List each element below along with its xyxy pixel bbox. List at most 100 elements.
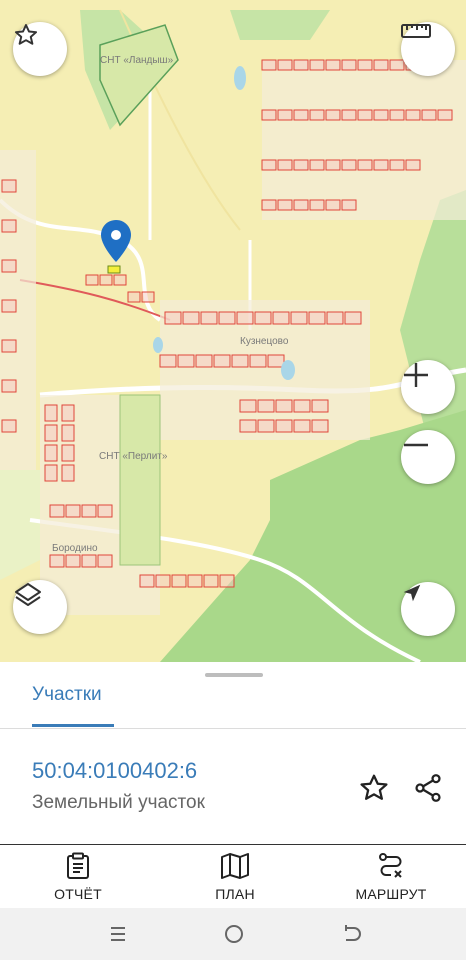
parcel xyxy=(1,419,17,433)
parcel xyxy=(254,311,272,325)
parcel xyxy=(61,404,75,422)
parcel xyxy=(249,354,267,368)
parcel xyxy=(200,311,218,325)
divider xyxy=(0,728,466,729)
map-canvas[interactable] xyxy=(0,0,466,662)
parcel xyxy=(293,199,309,211)
parcel xyxy=(218,311,236,325)
ruler-icon xyxy=(401,24,431,38)
zoom-out-button[interactable] xyxy=(401,430,455,484)
locate-button[interactable] xyxy=(401,582,455,636)
parcel xyxy=(290,311,308,325)
pond xyxy=(281,360,295,380)
drag-handle[interactable] xyxy=(205,673,263,677)
parcel xyxy=(61,464,75,482)
layers-button[interactable] xyxy=(13,580,67,634)
parcel xyxy=(1,379,17,393)
parcel xyxy=(164,311,182,325)
parcel xyxy=(293,109,309,121)
parcel xyxy=(293,59,309,71)
pond xyxy=(153,337,163,353)
parcel xyxy=(405,109,421,121)
parcel xyxy=(236,311,254,325)
measure-button[interactable] xyxy=(401,22,455,76)
nav-route[interactable]: МАРШРУТ xyxy=(331,852,451,902)
parcel xyxy=(357,159,373,171)
minus-icon xyxy=(404,443,428,447)
map-icon xyxy=(221,853,249,879)
parcel xyxy=(65,504,81,518)
parcel xyxy=(344,311,362,325)
parcel-type: Земельный участок xyxy=(32,792,205,813)
share-button[interactable] xyxy=(408,768,448,808)
parcel xyxy=(195,354,213,368)
parcel xyxy=(49,504,65,518)
parcel xyxy=(309,109,325,121)
pond xyxy=(234,66,246,90)
parcel xyxy=(277,59,293,71)
selected-parcel xyxy=(107,265,121,274)
parcel xyxy=(277,199,293,211)
nav-report-label: ОТЧЁТ xyxy=(54,886,102,902)
parcel xyxy=(373,59,389,71)
parcel xyxy=(261,59,277,71)
parcel xyxy=(81,554,97,568)
location-marker-icon xyxy=(101,220,131,262)
parcel xyxy=(239,399,257,413)
parcel xyxy=(182,311,200,325)
recents-button[interactable] xyxy=(103,920,133,948)
layers-icon xyxy=(15,583,41,606)
zoom-in-button[interactable] xyxy=(401,360,455,414)
parcel xyxy=(1,299,17,313)
home-icon xyxy=(225,925,243,943)
home-button[interactable] xyxy=(219,920,249,948)
parcel xyxy=(373,109,389,121)
parcel xyxy=(341,199,357,211)
nav-plan-label: ПЛАН xyxy=(215,886,255,902)
parcel xyxy=(44,444,58,462)
tab-parcels[interactable]: Участки xyxy=(32,684,102,706)
recents-icon xyxy=(111,927,125,941)
parcel xyxy=(421,109,437,121)
parcel xyxy=(61,444,75,462)
map-label-snt-top: СНТ «Ландыш» xyxy=(100,55,174,66)
back-button[interactable] xyxy=(337,920,367,948)
route-icon xyxy=(379,853,402,878)
parcel xyxy=(1,179,17,193)
parcel xyxy=(1,339,17,353)
parcel xyxy=(357,59,373,71)
map-label-kuznetsovo: Кузнецово xyxy=(240,336,289,347)
nav-plan[interactable]: ПЛАН xyxy=(175,852,295,902)
parcel xyxy=(325,59,341,71)
parcel xyxy=(213,354,231,368)
parcel-favorite-button[interactable] xyxy=(354,768,394,808)
map-label-village: Бородино xyxy=(52,543,98,554)
tab-indicator xyxy=(32,724,114,727)
parcel xyxy=(257,399,275,413)
parcel xyxy=(1,219,17,233)
parcel xyxy=(277,159,293,171)
nav-report[interactable]: ОТЧЁТ xyxy=(18,852,138,902)
map-view[interactable]: СНТ «Ландыш» Кузнецово СНТ «Перлит» Боро… xyxy=(0,0,466,662)
parcel xyxy=(275,419,293,433)
parcel xyxy=(267,354,285,368)
parcel xyxy=(325,109,341,121)
system-nav-bar xyxy=(0,908,466,960)
parcel xyxy=(341,109,357,121)
parcel xyxy=(261,159,277,171)
parcel xyxy=(171,574,187,588)
parcel xyxy=(275,399,293,413)
parcel xyxy=(308,311,326,325)
parcel xyxy=(405,159,421,171)
parcel xyxy=(257,419,275,433)
parcel xyxy=(326,311,344,325)
parcel xyxy=(141,291,155,303)
map-label-snt-mid: СНТ «Перлит» xyxy=(99,451,168,462)
share-icon xyxy=(415,774,441,802)
favorite-button[interactable] xyxy=(13,22,67,76)
parcel xyxy=(99,274,113,286)
parcel xyxy=(261,199,277,211)
parcel xyxy=(97,554,113,568)
parcel xyxy=(293,399,311,413)
cadastral-number[interactable]: 50:04:0100402:6 xyxy=(32,758,197,784)
